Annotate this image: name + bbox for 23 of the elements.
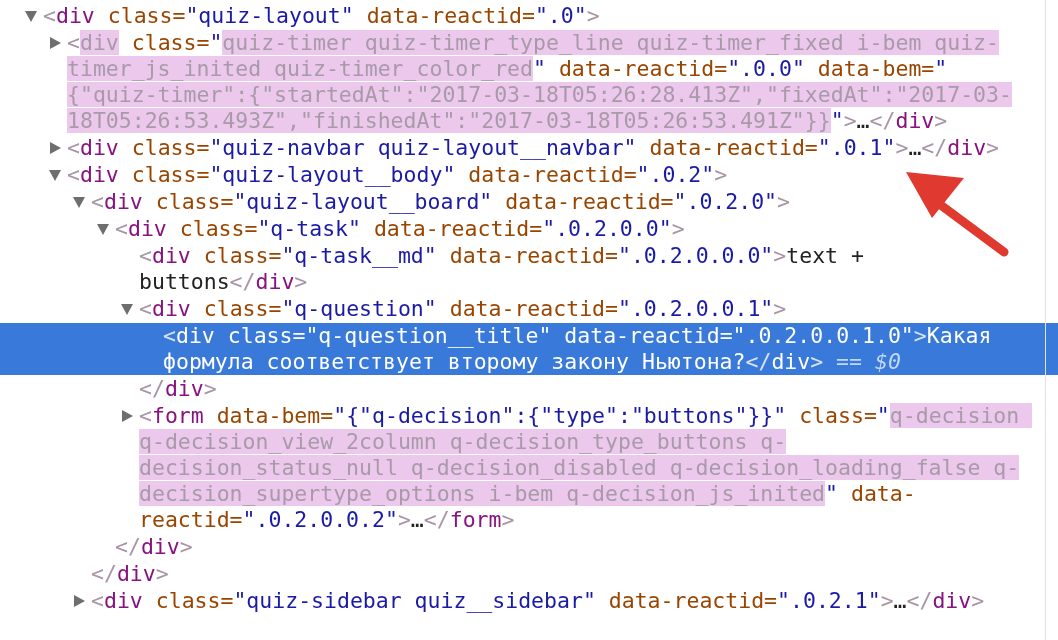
code-line: <div class="q-task__md" data-reactid=".0.2.0.0.0">text + buttons</div> <box>139 243 865 295</box>
disclosure-triangle-icon[interactable] <box>120 409 134 423</box>
code-line: <div class="q-task" data-reactid=".0.2.0.0"> <box>115 216 686 242</box>
disclosure-triangle-icon[interactable] <box>48 141 62 155</box>
code-line: </div> <box>115 534 194 560</box>
code-line: <div class="quiz-sidebar quiz__sidebar" data-reactid=".0.2.1">…</div> <box>91 588 986 614</box>
disclosure-triangle-icon[interactable] <box>48 36 62 50</box>
disclosure-triangle-icon[interactable] <box>72 594 86 608</box>
code-line: <div class="q-question__title" data-reactid=".0.2.0.0.1.0">Какая формула соответствует второму закону Ньютона?</div> == $0 <box>163 323 993 375</box>
code-line: <div class="q-question" data-reactid=".0.2.0.0.1"> <box>139 296 788 322</box>
code-line: </div> <box>139 376 218 402</box>
disclosure-triangle-icon[interactable] <box>120 302 134 316</box>
code-line: <div class="quiz-layout__board" data-reactid=".0.2.0"> <box>91 189 792 215</box>
code-line: <div class="quiz-timer quiz-timer_type_line quiz-timer_fixed i-bem quiz-timer_js_inited quiz-timer_color_red" data-reactid=".0.0" data-bem=" {"quiz-timer":{"startedAt":"2017-03-18T05:26:28.413Z","fixedAt":"2017-03-18T05:26:53.493Z","finishedAt":"2017-03-18T05:26:53.491Z"}}">…</div> <box>67 30 1013 134</box>
selected-node-row[interactable]: <div class="q-question__title" data-reactid=".0.2.0.0.1.0">Какая формула соответствует второму закону Ньютона?</div> == $0 <box>0 323 1058 375</box>
disclosure-triangle-icon[interactable] <box>24 9 38 23</box>
code-line: <div class="quiz-layout__body" data-reactid=".0.2"> <box>67 162 729 188</box>
disclosure-triangle-icon[interactable] <box>96 222 110 236</box>
code-line: <div class="quiz-layout" data-reactid=".0"> <box>43 3 601 29</box>
disclosure-triangle-icon[interactable] <box>72 195 86 209</box>
disclosure-triangle-icon[interactable] <box>48 168 62 182</box>
code-line: </div> <box>91 561 170 587</box>
code-line: <div class="quiz-navbar quiz-layout__navbar" data-reactid=".0.1">…</div> <box>67 135 1001 161</box>
